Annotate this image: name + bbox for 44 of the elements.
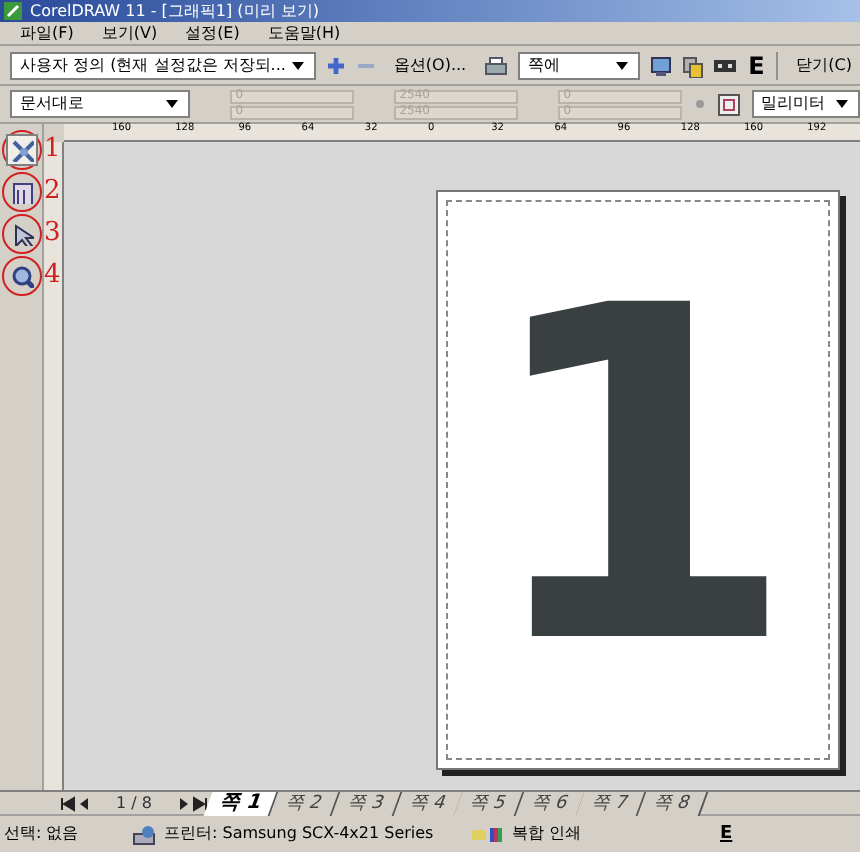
page-tab[interactable]: 쪽 5: [454, 791, 524, 815]
position-dropdown[interactable]: 문서대로: [10, 90, 190, 118]
monitor-icon[interactable]: [650, 55, 673, 77]
zoom-icon: [9, 264, 33, 288]
menu-item[interactable]: 설정(E): [185, 25, 240, 41]
caret-icon: [163, 96, 180, 112]
dot-icon[interactable]: [693, 98, 706, 110]
preset-dropdown[interactable]: 사용자 정의 (현재 설정값은 저장되...: [10, 52, 316, 80]
pages-icon[interactable]: [682, 55, 705, 77]
caret-icon: [289, 58, 306, 74]
close-button[interactable]: 닫기(C): [788, 58, 860, 74]
annotation-number: 2: [44, 178, 61, 204]
units-dropdown[interactable]: 밀리미터: [751, 90, 860, 118]
status-mode: 복합 인쇄: [512, 826, 584, 842]
status-mark: E: [720, 825, 733, 843]
color-icon: [472, 824, 504, 844]
page-position: 1 / 8: [116, 795, 152, 811]
caret-icon: [614, 58, 631, 74]
page-tab[interactable]: 쪽 4: [392, 791, 463, 815]
page-tab[interactable]: 쪽 7: [576, 791, 647, 815]
menu-item[interactable]: 보기(V): [101, 25, 158, 41]
next-page-icon[interactable]: [175, 795, 192, 811]
page-tab[interactable]: 쪽 3: [331, 791, 402, 815]
options-button[interactable]: 옵션(O)...: [385, 52, 475, 80]
plus-icon[interactable]: [325, 56, 346, 76]
app-icon: [4, 2, 22, 20]
page-tab[interactable]: 쪽 2: [270, 791, 341, 815]
page-tab[interactable]: 쪽 8: [637, 791, 708, 815]
e-button[interactable]: E: [746, 54, 767, 78]
page-tab[interactable]: 쪽 1: [203, 791, 280, 815]
first-page-icon[interactable]: [60, 795, 76, 811]
menu-item[interactable]: 파일(F): [20, 25, 74, 41]
caret-icon: [834, 96, 850, 112]
annotation-number: 3: [44, 220, 61, 246]
page-number: 1: [477, 250, 799, 710]
zoom-dropdown[interactable]: 쪽에: [518, 52, 641, 80]
annotation-number: 4: [44, 262, 61, 288]
status-selection: 선택: 없음: [4, 826, 81, 842]
annotation-number: 1: [44, 136, 61, 162]
pointer-icon: [9, 222, 33, 246]
previous-page-icon[interactable]: [76, 795, 92, 811]
menu-item[interactable]: 도움말(H): [267, 25, 341, 41]
window-title: CorelDRAW 11 - [그래픽1] (미리 보기): [30, 3, 319, 19]
status-printer: 프린터: Samsung SCX-4x21 Series: [164, 826, 436, 842]
